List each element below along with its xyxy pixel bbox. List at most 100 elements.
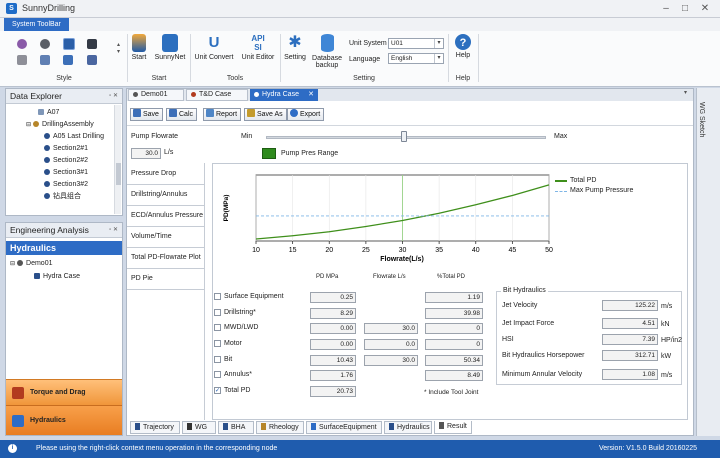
maximize-icon[interactable]: □ bbox=[678, 2, 692, 15]
tree-item-demo01[interactable]: ⊟ Demo01 bbox=[10, 258, 53, 270]
report-button[interactable]: Report bbox=[203, 108, 242, 121]
bit-row-label: Minimum Annular Velocity bbox=[502, 371, 583, 378]
row-checkbox[interactable] bbox=[214, 371, 221, 378]
status-message: Please using the right-click context men… bbox=[36, 445, 278, 452]
unit-system-select[interactable]: U01 ▾ bbox=[388, 38, 444, 49]
bottom-tab-hydraulics[interactable]: Hydraulics bbox=[384, 421, 432, 434]
scrollbar-thumb[interactable] bbox=[116, 163, 121, 185]
language-select[interactable]: English ▾ bbox=[388, 53, 444, 64]
divider bbox=[127, 125, 693, 126]
bottom-tab-wg[interactable]: WG bbox=[182, 421, 216, 434]
bottom-tab-rheology[interactable]: Rheology bbox=[256, 421, 304, 434]
tab-ecd-annulus-pressure[interactable]: ECD/Annulus Pressure bbox=[127, 206, 204, 227]
close-icon[interactable]: ✕ bbox=[308, 89, 314, 100]
flowrate-slider-thumb[interactable] bbox=[401, 131, 407, 142]
app-title: SunnyDrilling bbox=[22, 3, 76, 13]
row-checkbox[interactable] bbox=[214, 340, 221, 347]
group-tools-label: Tools bbox=[226, 75, 244, 82]
nav-torque-and-drag[interactable]: Torque and Drag bbox=[6, 379, 122, 405]
x-tick-label: 30 bbox=[399, 247, 407, 254]
case-icon bbox=[34, 273, 40, 280]
calc-button[interactable]: Calc bbox=[166, 108, 198, 121]
save-as-button[interactable]: Save As bbox=[244, 108, 287, 121]
minimize-icon[interactable]: – bbox=[659, 2, 673, 15]
scrollbar[interactable] bbox=[114, 105, 121, 214]
bottom-tab-result[interactable]: Result bbox=[434, 421, 472, 434]
row-label: MWD/LWD bbox=[224, 324, 259, 331]
tree-item[interactable]: Section2#1 bbox=[12, 143, 112, 155]
wg-sketch-tab[interactable]: WG Sketch bbox=[698, 102, 705, 137]
tab-pressure-drop[interactable]: Pressure Drop bbox=[127, 164, 204, 185]
doc-tab-td-case[interactable]: T&D Case bbox=[186, 89, 248, 101]
sunnynet-button[interactable]: SunnyNet bbox=[153, 34, 187, 61]
x-axis-label: Flowrate(L/s) bbox=[380, 256, 424, 263]
style-office-icon[interactable] bbox=[40, 55, 50, 65]
trajectory-icon bbox=[135, 423, 140, 430]
tab-system-toolbar[interactable]: System ToolBar bbox=[4, 18, 69, 31]
hydraulics-icon bbox=[12, 415, 24, 427]
tab-total-pd-flowrate-plot[interactable]: Total PD-Flowrate Plot bbox=[127, 248, 204, 269]
style-vs-icon[interactable] bbox=[87, 55, 97, 65]
wrench-icon: ✱ bbox=[288, 34, 302, 51]
drill-icon bbox=[44, 169, 50, 176]
tree-item[interactable]: A05 Last Drilling bbox=[12, 131, 112, 143]
tree-item[interactable]: Section3#2 bbox=[12, 179, 112, 191]
panel-pin-icon[interactable]: ▫ ✕ bbox=[109, 89, 118, 103]
bottom-tab-surfaceequipment[interactable]: SurfaceEquipment bbox=[306, 421, 382, 434]
tree-item[interactable]: A07 bbox=[12, 107, 112, 119]
bottom-tab-label: SurfaceEquipment bbox=[319, 424, 377, 431]
style-blue-icon[interactable] bbox=[63, 38, 75, 50]
save-button[interactable]: Save bbox=[130, 108, 163, 121]
database-backup-button[interactable]: Database backup bbox=[310, 34, 344, 69]
row-checkbox[interactable] bbox=[214, 293, 221, 300]
style-gray-icon[interactable] bbox=[17, 55, 27, 65]
style-purple-icon[interactable] bbox=[17, 39, 27, 49]
tree-item[interactable]: Section2#2 bbox=[12, 155, 112, 167]
x-tick-label: 20 bbox=[325, 247, 333, 254]
tab-menu-icon[interactable]: ▾ bbox=[684, 89, 687, 96]
style-black-icon[interactable] bbox=[87, 39, 97, 49]
engineering-analysis-panel: Engineering Analysis ▫ ✕ Hydraulics ⊟ Dem… bbox=[5, 222, 123, 436]
bottom-tab-label: Result bbox=[447, 423, 467, 430]
row-checkbox[interactable] bbox=[214, 324, 221, 331]
bottom-tab-trajectory[interactable]: Trajectory bbox=[130, 421, 180, 434]
row-checkbox[interactable] bbox=[214, 356, 221, 363]
bottom-tab-bha[interactable]: BHA bbox=[218, 421, 254, 434]
pd-value: 8.29 bbox=[310, 308, 356, 319]
tab-pd-pie[interactable]: PD Pie bbox=[127, 269, 204, 290]
assembly-icon bbox=[33, 121, 40, 128]
unit-convert-button[interactable]: U Unit Convert bbox=[192, 34, 236, 61]
help-button[interactable]: ? Help bbox=[450, 34, 476, 59]
row-checkbox[interactable]: ✓ bbox=[214, 387, 221, 394]
x-tick-label: 10 bbox=[252, 247, 260, 254]
tree-item-hydra-case[interactable]: Hydra Case bbox=[34, 271, 80, 283]
x-tick-label: 35 bbox=[435, 247, 443, 254]
style-scroll-icon[interactable]: ▴ ▾ bbox=[117, 41, 120, 55]
pump-flowrate-input[interactable]: 30.0 bbox=[131, 148, 161, 159]
bit-row-unit: kN bbox=[661, 321, 670, 328]
style-dark-icon[interactable] bbox=[40, 39, 50, 49]
x-axis-ticks: 10 15 20 25 30 35 40 45 50 bbox=[252, 241, 553, 254]
close-icon[interactable]: ✕ bbox=[698, 2, 712, 15]
tree-item[interactable]: ⊟ DrillingAssembly bbox=[12, 119, 112, 131]
start-button[interactable]: Start bbox=[129, 34, 149, 61]
tree-item[interactable]: Section3#1 bbox=[12, 167, 112, 179]
row-checkbox[interactable] bbox=[214, 309, 221, 316]
pump-pres-range-checkbox[interactable] bbox=[262, 148, 276, 159]
style-win-icon[interactable] bbox=[63, 55, 73, 65]
legend-max-pump-swatch bbox=[555, 191, 567, 192]
drill-icon bbox=[44, 181, 50, 188]
doc-tab-demo01[interactable]: Demo01 bbox=[128, 89, 184, 101]
setting-button[interactable]: ✱ Setting bbox=[282, 34, 308, 61]
unit-editor-button[interactable]: API SI Unit Editor bbox=[239, 34, 277, 61]
drill-rig-icon bbox=[132, 34, 146, 52]
panel-pin-icon[interactable]: ▫ ✕ bbox=[109, 223, 118, 237]
nav-hydraulics[interactable]: Hydraulics bbox=[6, 405, 122, 435]
title-bar bbox=[0, 0, 720, 18]
tab-volume-time[interactable]: Volume/Time bbox=[127, 227, 204, 248]
tab-drillstring-annulus[interactable]: Drillstring/Annulus bbox=[127, 185, 204, 206]
tree-item[interactable]: 钻具组合 bbox=[12, 191, 112, 203]
flowrate-value: 30.0 bbox=[364, 323, 418, 334]
doc-tab-hydra-case[interactable]: Hydra Case ✕ bbox=[250, 89, 318, 101]
export-button[interactable]: Export bbox=[287, 108, 325, 121]
